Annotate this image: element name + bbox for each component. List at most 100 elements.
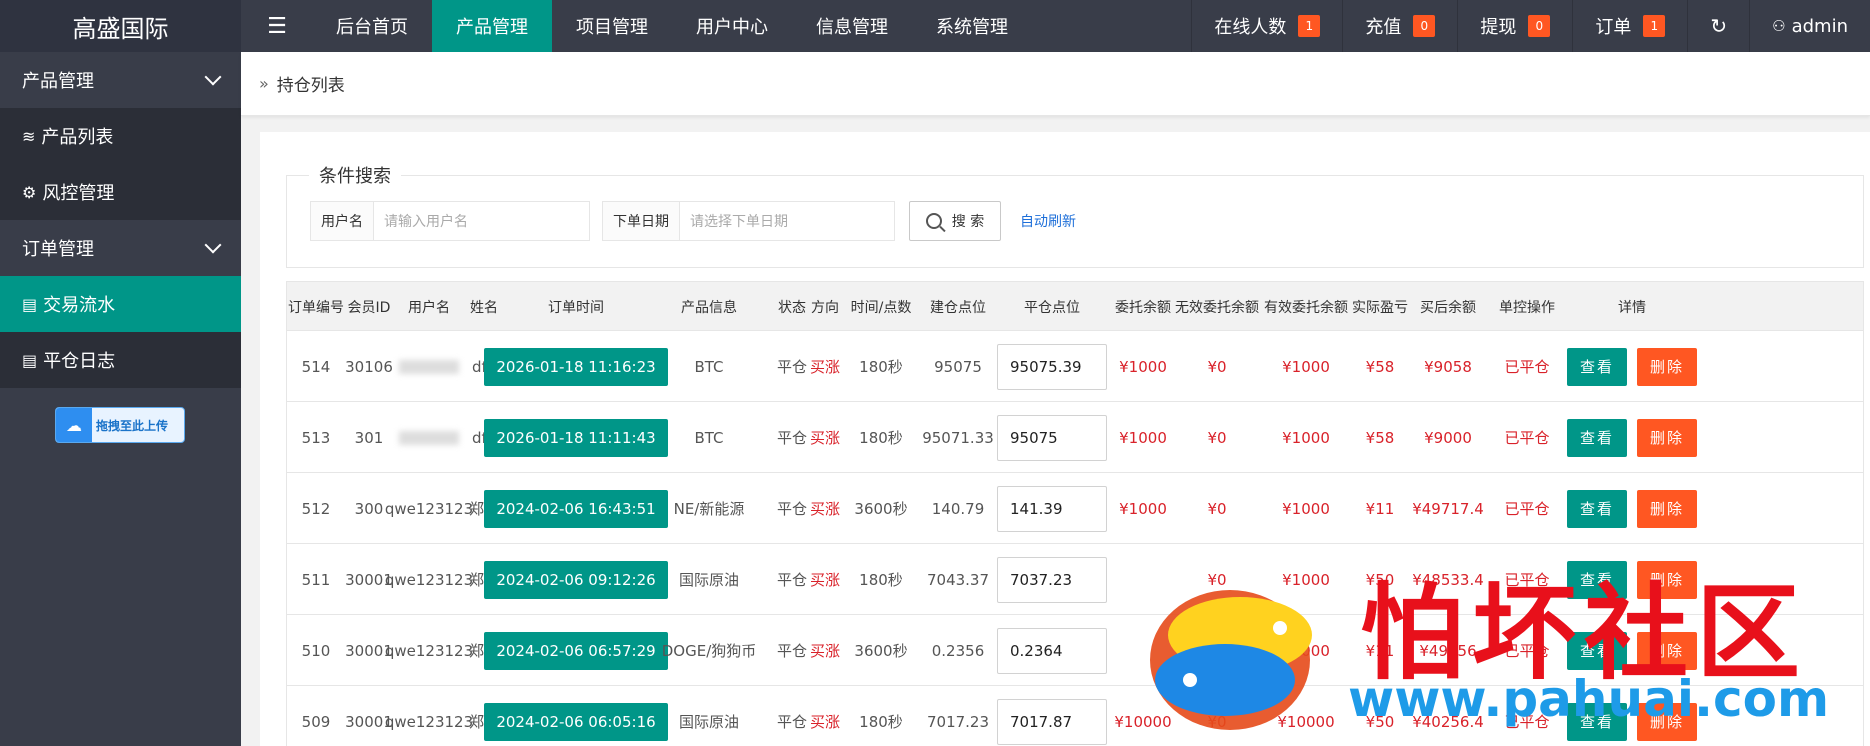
cell-dur: 180秒 (859, 429, 903, 447)
close-price-input[interactable]: 141.39 (997, 485, 1107, 532)
upload-dropzone[interactable]: ☁ 拖拽至此上传 (55, 407, 185, 443)
delete-button[interactable]: 删除 (1637, 347, 1697, 386)
column-header: 姓名 (470, 300, 498, 316)
table-row: 51430106dfa2026-01-18 11:16:23BTC平仓买涨180… (286, 331, 1864, 402)
top-nav-item[interactable]: 信息管理 (792, 0, 912, 52)
cell-valid: ¥1000 (1282, 641, 1330, 660)
column-header: 用户名 (408, 300, 450, 316)
withdraw-count[interactable]: 提现 0 (1457, 0, 1572, 52)
cell-open: 0.2356 (931, 641, 985, 660)
delete-button[interactable]: 删除 (1637, 702, 1697, 741)
gear-icon: ⚙ (22, 182, 37, 202)
cell-dir: 买涨 (809, 500, 840, 518)
sidebar-group-orders[interactable]: 订单管理 (0, 220, 241, 276)
withdraw-label: 提现 (1480, 17, 1517, 38)
sidebar-item-label: 产品列表 (41, 127, 114, 148)
view-button[interactable]: 查看 (1567, 560, 1627, 599)
orders-count[interactable]: 订单 1 (1572, 0, 1687, 52)
app-logo[interactable]: 高盛国际 (0, 0, 241, 52)
view-button[interactable]: 查看 (1567, 489, 1627, 528)
online-count[interactable]: 在线人数 1 (1191, 0, 1342, 52)
delete-button[interactable]: 删除 (1637, 631, 1697, 670)
view-button[interactable]: 查看 (1567, 418, 1627, 457)
auto-refresh-link[interactable]: 自动刷新 (1020, 211, 1076, 231)
cell-username: qwe123123 (384, 570, 474, 589)
cell-pnl: ¥11 (1365, 499, 1395, 518)
cell-pnl: ¥50 (1365, 712, 1395, 731)
view-button[interactable]: 查看 (1567, 702, 1627, 741)
cell-valid: ¥1000 (1282, 499, 1330, 518)
recharge-count[interactable]: 充值 0 (1342, 0, 1457, 52)
search-button[interactable]: 搜 索 (909, 201, 1001, 241)
cell-close: 7037.23 (997, 544, 1107, 615)
close-price-input[interactable]: 7037.23 (997, 556, 1107, 603)
column-header: 有效委托余额 (1264, 300, 1348, 316)
delete-button[interactable]: 删除 (1637, 418, 1697, 457)
sidebar-group-product[interactable]: 产品管理 (0, 52, 241, 108)
cell-dur: 180秒 (859, 571, 903, 589)
order-time-tag: 2024-02-06 06:05:16 (484, 702, 668, 741)
sidebar-item-close-log[interactable]: ▤ 平仓日志 (0, 332, 241, 388)
cell-entrust: ¥10000 (1114, 712, 1172, 731)
sidebar-item-risk[interactable]: ⚙ 风控管理 (0, 164, 241, 220)
delete-button[interactable]: 删除 (1637, 560, 1697, 599)
cell-id: 509 (301, 712, 331, 731)
cell-id: 510 (301, 641, 331, 660)
cell-close: 95075 (997, 402, 1107, 473)
cell-close: 7017.87 (997, 686, 1107, 746)
column-header: 产品信息 (681, 300, 737, 316)
close-price-input[interactable]: 95075.39 (997, 343, 1107, 390)
close-price-input[interactable]: 0.2364 (997, 627, 1107, 674)
table-body: 51430106dfa2026-01-18 11:16:23BTC平仓买涨180… (286, 331, 1864, 746)
cell-invalid: ¥0 (1207, 357, 1227, 376)
cell-valid: ¥1000 (1282, 570, 1330, 589)
cell-dur: 3600秒 (854, 642, 908, 660)
cell-actions: 查看 删除 (1567, 544, 1697, 615)
close-price-input[interactable]: 95075 (997, 414, 1107, 461)
cell-after: ¥40256.4 (1412, 712, 1484, 731)
top-nav-item[interactable]: 用户中心 (672, 0, 792, 52)
redacted-username (399, 430, 459, 445)
table-row: 51130001qwe123123郑凯2024-02-06 09:12:26国际… (286, 544, 1864, 615)
delete-button[interactable]: 删除 (1637, 489, 1697, 528)
view-button[interactable]: 查看 (1567, 347, 1627, 386)
sidebar-item-label: 交易流水 (43, 295, 116, 316)
order-time-tag: 2026-01-18 11:16:23 (484, 347, 668, 386)
document-icon: ▤ (22, 294, 38, 314)
cell-open: 7017.23 (926, 712, 990, 731)
cell-product: DOGE/狗狗币 (661, 642, 757, 660)
column-header: 订单编号 (288, 300, 344, 316)
user-menu[interactable]: ⚇ admin (1749, 0, 1870, 52)
top-nav-item[interactable]: 后台首页 (312, 0, 432, 52)
column-header: 实际盈亏 (1352, 300, 1408, 316)
cell-close: 95075.39 (997, 331, 1107, 402)
sidebar-item-trade-flow[interactable]: ▤ 交易流水 (0, 276, 241, 332)
close-price-input[interactable]: 7017.87 (997, 698, 1107, 745)
top-nav-item[interactable]: 系统管理 (912, 0, 1032, 52)
cell-entrust (1107, 544, 1179, 615)
withdraw-badge: 0 (1528, 15, 1551, 37)
document-icon: ▤ (22, 350, 38, 370)
view-button[interactable]: 查看 (1567, 631, 1627, 670)
cell-id: 513 (301, 428, 331, 447)
cell-open: 140.79 (931, 499, 985, 518)
cell-product: BTC (694, 357, 724, 376)
cell-actions: 查看 删除 (1567, 402, 1697, 473)
refresh-icon[interactable]: ↻ (1687, 0, 1749, 52)
cell-pnl: ¥50 (1365, 570, 1395, 589)
sidebar-item-product-list[interactable]: ≋ 产品列表 (0, 108, 241, 164)
recharge-label: 充值 (1365, 17, 1402, 38)
column-header: 平仓点位 (1024, 300, 1080, 316)
order-time-tag: 2024-02-06 06:57:29 (484, 631, 668, 670)
top-nav-item[interactable]: 项目管理 (552, 0, 672, 52)
cell-time: 2026-01-18 11:16:23 (484, 331, 668, 402)
cell-valid: ¥1000 (1282, 357, 1330, 376)
sidebar-group-label: 订单管理 (22, 239, 94, 260)
date-input[interactable]: 请选择下单日期 (680, 202, 894, 240)
top-nav-item[interactable]: 产品管理 (432, 0, 552, 52)
menu-toggle-icon[interactable]: ☰ (262, 0, 292, 52)
column-header: 详情 (1618, 300, 1646, 316)
cell-valid: ¥10000 (1277, 712, 1335, 731)
chevron-down-icon (204, 68, 222, 86)
username-input[interactable]: 请输入用户名 (374, 202, 589, 240)
